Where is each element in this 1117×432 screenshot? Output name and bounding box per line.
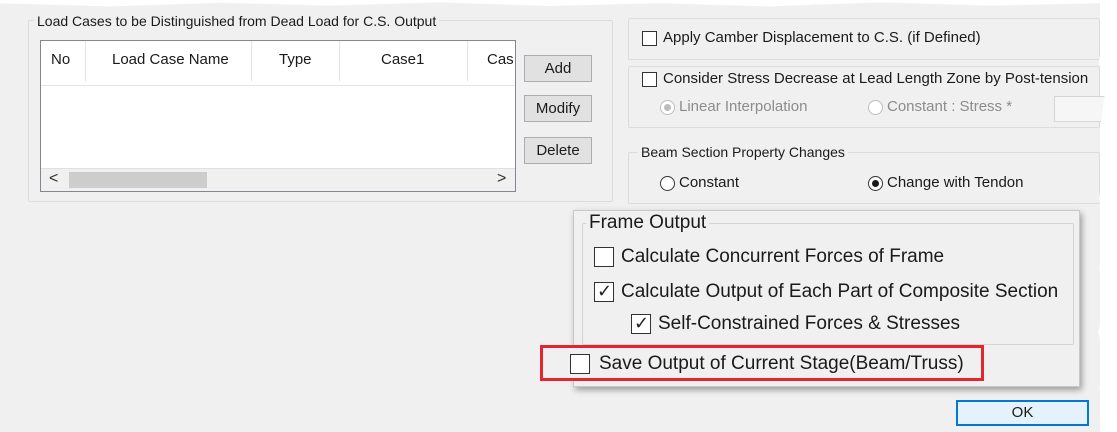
beam-section-title: Beam Section Property Changes xyxy=(638,144,848,160)
constant-stress-radio[interactable] xyxy=(868,100,883,115)
concurrent-forces-checkbox[interactable] xyxy=(594,247,614,267)
change-with-tendon-radio[interactable] xyxy=(868,176,883,191)
modify-button[interactable]: Modify xyxy=(524,95,592,122)
apply-camber-label: Apply Camber Displacement to C.S. (if De… xyxy=(663,29,981,46)
column-separator[interactable] xyxy=(251,41,252,81)
scroll-thumb[interactable] xyxy=(69,172,207,188)
stress-value-input[interactable] xyxy=(1054,96,1106,122)
column-separator[interactable] xyxy=(85,41,86,81)
save-output-label: Save Output of Current Stage(Beam/Truss) xyxy=(599,353,964,374)
save-output-highlight: Save Output of Current Stage(Beam/Truss) xyxy=(540,345,984,381)
checkmark-icon: ✓ xyxy=(597,281,613,301)
checkmark-icon: ✓ xyxy=(634,313,650,333)
dialog: · · · · · · · · · · Load Cases to be Dis… xyxy=(0,0,1106,432)
scroll-left-icon[interactable]: < xyxy=(49,170,58,188)
column-case1[interactable]: Case1 xyxy=(381,51,424,68)
concurrent-forces-label: Calculate Concurrent Forces of Frame xyxy=(621,246,945,267)
constant-stress-label: Constant : Stress * xyxy=(887,98,1013,115)
self-constrained-label: Self-Constrained Forces & Stresses xyxy=(658,313,961,334)
horizontal-scrollbar[interactable]: < > xyxy=(41,168,515,191)
consider-stress-label: Consider Stress Decrease at Lead Length … xyxy=(663,70,1089,87)
torn-edge-top xyxy=(0,0,1100,7)
linear-interpolation-radio[interactable] xyxy=(660,100,675,115)
consider-stress-checkbox[interactable] xyxy=(642,72,657,87)
composite-output-checkbox[interactable]: ✓ xyxy=(594,281,614,302)
column-type[interactable]: Type xyxy=(279,51,312,68)
linear-interpolation-label: Linear Interpolation xyxy=(679,98,808,115)
listview-header: No Load Case Name Type Case1 Cas xyxy=(41,41,515,86)
column-separator[interactable] xyxy=(467,41,468,81)
apply-camber-checkbox[interactable] xyxy=(642,31,657,46)
frame-output-title: Frame Output xyxy=(586,212,710,234)
load-cases-group-title: Load Cases to be Distinguished from Dead… xyxy=(34,13,440,29)
constant-label: Constant xyxy=(679,174,740,191)
scroll-right-icon[interactable]: > xyxy=(497,170,506,188)
add-button[interactable]: Add xyxy=(524,55,592,82)
column-cas[interactable]: Cas xyxy=(487,51,514,68)
self-constrained-checkbox[interactable]: ✓ xyxy=(631,313,651,334)
composite-output-label: Calculate Output of Each Part of Composi… xyxy=(621,281,1059,302)
column-no[interactable]: No xyxy=(51,51,70,68)
ok-button[interactable]: OK xyxy=(956,400,1089,426)
delete-button[interactable]: Delete xyxy=(524,137,592,164)
change-with-tendon-label: Change with Tendon xyxy=(887,174,1024,191)
column-separator[interactable] xyxy=(339,41,340,81)
column-load-case-name[interactable]: Load Case Name xyxy=(112,51,229,68)
save-output-checkbox[interactable] xyxy=(570,354,590,374)
constant-radio[interactable] xyxy=(660,176,675,191)
load-cases-listview[interactable]: No Load Case Name Type Case1 Cas < > xyxy=(40,40,516,192)
